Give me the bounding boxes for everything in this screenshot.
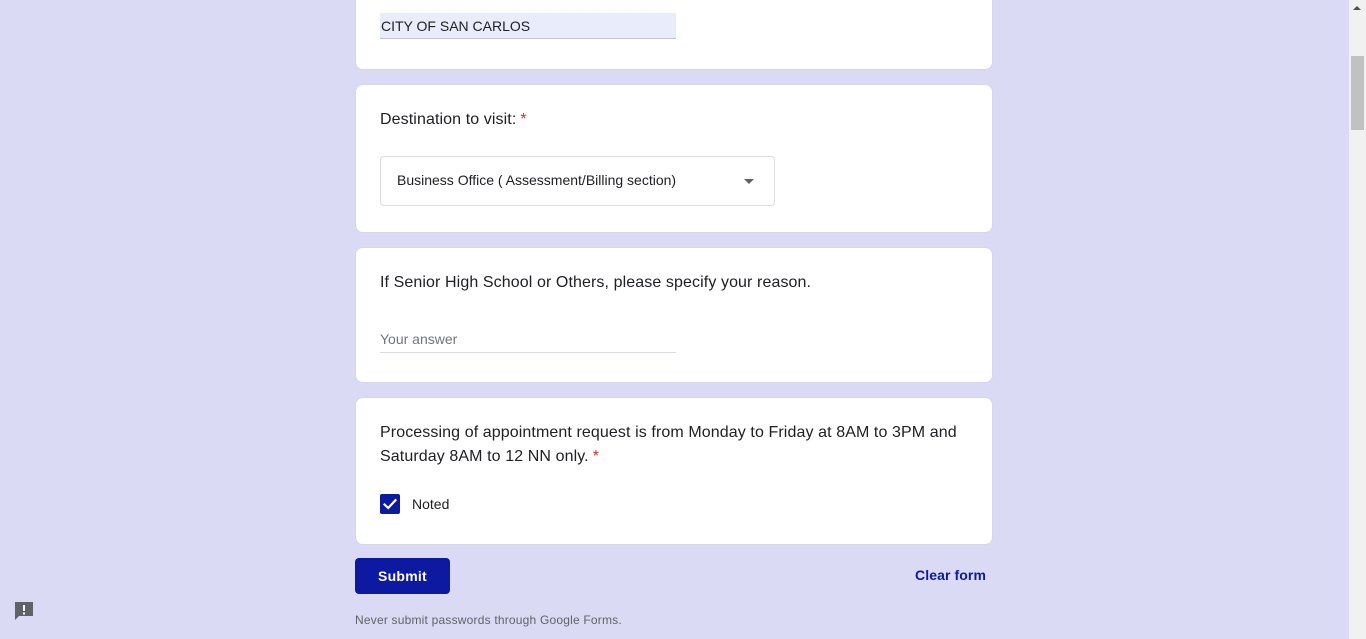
vertical-scrollbar[interactable] <box>1349 0 1366 639</box>
destination-selected-value: Business Office ( Assessment/Billing sec… <box>397 172 677 188</box>
chevron-down-icon <box>744 179 754 184</box>
destination-dropdown[interactable]: Business Office ( Assessment/Billing sec… <box>380 156 775 206</box>
processing-question-title: Processing of appointment request is fro… <box>380 421 957 469</box>
noted-label: Noted <box>412 496 450 512</box>
check-icon <box>382 498 398 510</box>
destination-question-title: Destination to visit: * <box>380 108 527 132</box>
scroll-up-arrow-icon[interactable] <box>1353 6 1361 10</box>
report-issue-icon[interactable] <box>13 600 35 622</box>
city-answer-field[interactable]: CITY OF SAN CARLOS <box>380 13 676 39</box>
noted-option[interactable]: Noted <box>380 494 449 514</box>
required-asterisk: * <box>520 111 527 128</box>
form-page: CITY OF SAN CARLOS Destination to visit:… <box>0 0 1366 639</box>
destination-question-text: Destination to visit: <box>380 111 517 128</box>
password-disclaimer: Never submit passwords through Google Fo… <box>355 613 622 627</box>
submit-button[interactable]: Submit <box>355 558 450 594</box>
noted-checkbox[interactable] <box>380 494 400 514</box>
scrollbar-thumb[interactable] <box>1351 56 1364 130</box>
city-question-card: CITY OF SAN CARLOS <box>355 0 993 70</box>
clear-form-button[interactable]: Clear form <box>915 567 986 583</box>
required-asterisk: * <box>592 448 600 465</box>
processing-question-line2: Saturday 8AM to 12 NN only. <box>380 448 589 465</box>
reason-question-title: If Senior High School or Others, please … <box>380 274 812 291</box>
processing-question-card: Processing of appointment request is fro… <box>355 397 993 545</box>
processing-question-line1: Processing of appointment request is fro… <box>380 424 957 441</box>
destination-question-card: Destination to visit: * Business Office (… <box>355 84 993 233</box>
reason-question-card: If Senior High School or Others, please … <box>355 247 993 383</box>
processing-question-line2-wrap: Saturday 8AM to 12 NN only. * <box>380 445 957 469</box>
reason-input[interactable] <box>380 326 676 353</box>
